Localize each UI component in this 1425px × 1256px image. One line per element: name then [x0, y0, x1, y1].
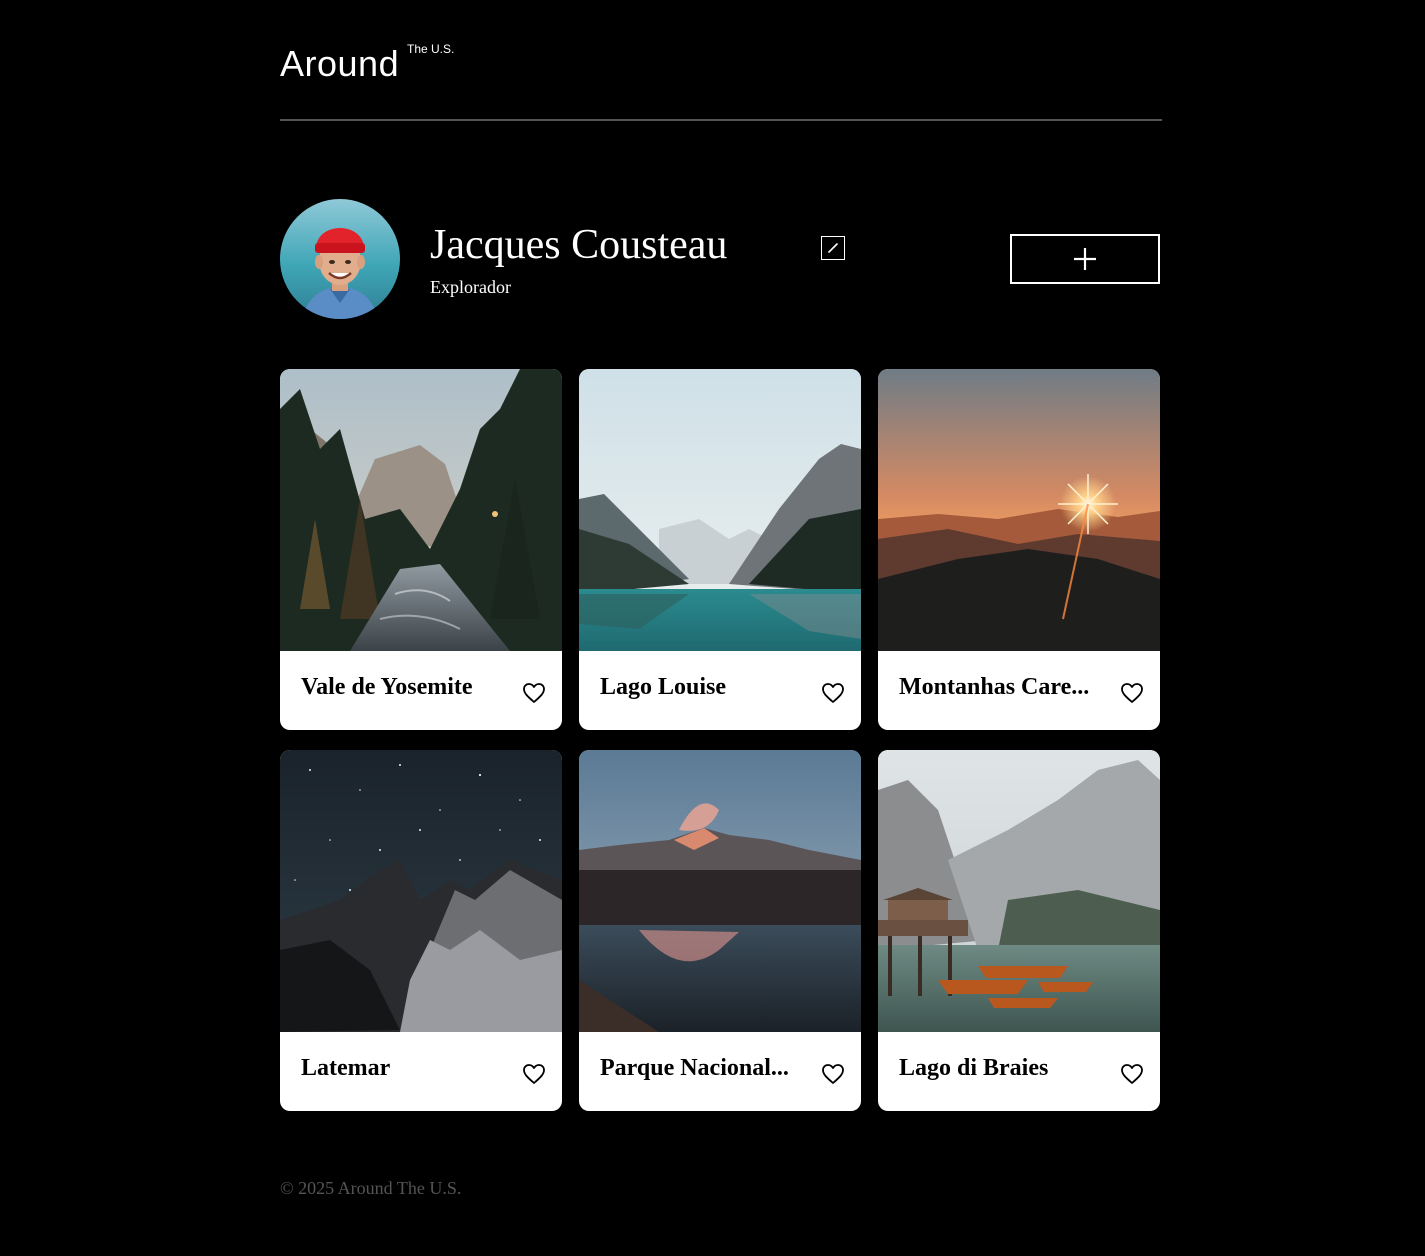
like-button[interactable] — [1120, 1063, 1144, 1085]
card-image[interactable] — [579, 369, 861, 651]
card-title: Parque Nacional... — [600, 1055, 789, 1081]
heart-outline-icon — [822, 683, 844, 703]
card-image[interactable] — [280, 369, 562, 651]
profile-job: Explorador — [430, 277, 511, 297]
profile-name: Jacques Cousteau — [430, 222, 728, 268]
header: Around The U.S. — [280, 0, 1162, 121]
card: Lago Louise — [579, 369, 861, 730]
logo-main-text: Around — [280, 43, 400, 84]
card-image[interactable] — [579, 750, 861, 1032]
like-button[interactable] — [821, 682, 845, 704]
card: Lago di Braies — [878, 750, 1160, 1111]
heart-outline-icon — [1121, 683, 1143, 703]
like-button[interactable] — [1120, 682, 1144, 704]
heart-outline-icon — [1121, 1064, 1143, 1084]
heart-outline-icon — [822, 1064, 844, 1084]
logo: Around The U.S. — [280, 42, 454, 86]
card-image[interactable] — [280, 750, 562, 1032]
plus-icon — [1074, 248, 1096, 270]
logo-superscript: The U.S. — [407, 42, 455, 56]
pencil-icon — [828, 243, 838, 253]
card-title: Lago Louise — [600, 674, 727, 700]
card-image[interactable] — [878, 369, 1160, 651]
card: Montanhas Care... — [878, 369, 1160, 730]
like-button[interactable] — [522, 1063, 546, 1085]
card: Latemar — [280, 750, 562, 1111]
heart-outline-icon — [523, 1064, 545, 1084]
avatar — [280, 199, 400, 319]
card-title: Vale de Yosemite — [301, 674, 473, 700]
like-button[interactable] — [522, 682, 546, 704]
like-button[interactable] — [821, 1063, 845, 1085]
card-title: Montanhas Care... — [899, 674, 1090, 700]
heart-outline-icon — [523, 683, 545, 703]
card-title: Lago di Braies — [899, 1055, 1049, 1081]
card: Parque Nacional... — [579, 750, 861, 1111]
footer-copyright: © 2025 Around The U.S. — [280, 1178, 462, 1198]
edit-profile-button[interactable] — [821, 236, 845, 260]
card-title: Latemar — [301, 1055, 391, 1081]
profile-section: Jacques Cousteau Explorador — [280, 199, 1160, 319]
add-card-button[interactable] — [1010, 234, 1160, 284]
card: Vale de Yosemite — [280, 369, 562, 730]
card-image[interactable] — [878, 750, 1160, 1032]
